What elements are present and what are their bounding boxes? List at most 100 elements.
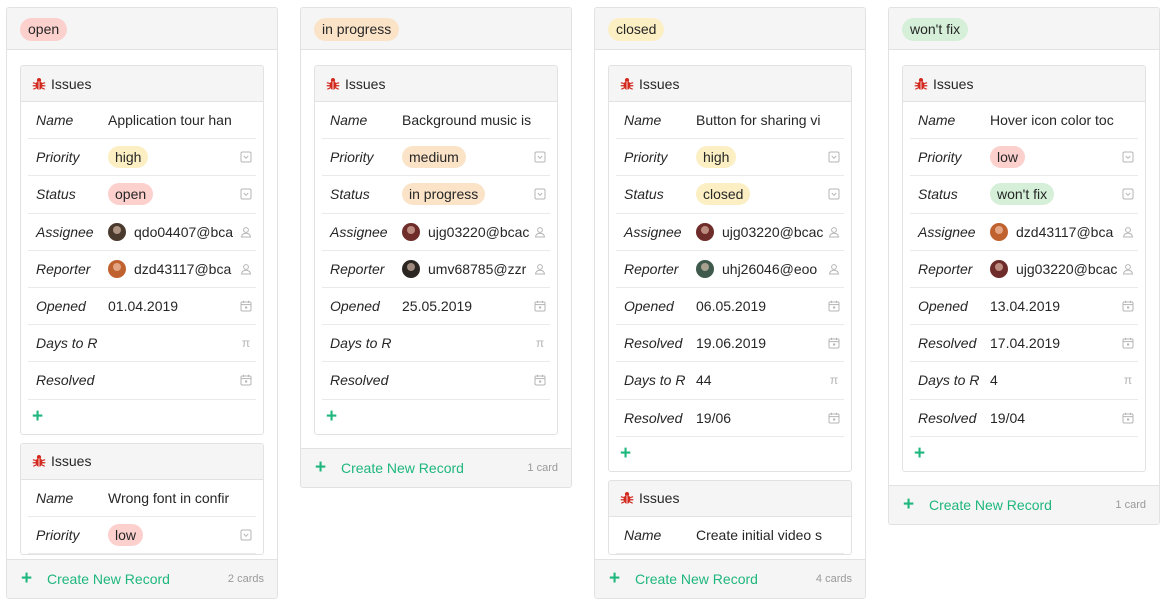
field-value[interactable]: Application tour han bbox=[100, 112, 256, 128]
user-icon[interactable] bbox=[1122, 226, 1134, 238]
priority-badge[interactable]: medium bbox=[402, 146, 466, 169]
dropdown-icon[interactable] bbox=[240, 529, 252, 541]
add-field-button[interactable]: + bbox=[315, 400, 557, 434]
field-reporter[interactable]: Reporter umv68785@zzr bbox=[322, 251, 550, 288]
field-status[interactable]: Status open bbox=[28, 176, 256, 214]
dropdown-icon[interactable] bbox=[828, 151, 840, 163]
add-field-button[interactable]: + bbox=[21, 400, 263, 434]
field-resolved-date[interactable]: Resolved 17.04.2019 bbox=[910, 325, 1138, 363]
priority-badge[interactable]: high bbox=[696, 146, 737, 169]
field-days-to-resolve[interactable]: Days to R 44 π bbox=[616, 362, 844, 400]
user-icon[interactable] bbox=[828, 226, 840, 238]
calendar-icon[interactable] bbox=[1122, 337, 1134, 349]
status-badge[interactable]: closed bbox=[696, 183, 751, 206]
record-card[interactable]: Issues Name Background music is Priority… bbox=[314, 65, 558, 435]
user-icon[interactable] bbox=[1122, 263, 1134, 275]
dropdown-icon[interactable] bbox=[1122, 188, 1134, 200]
field-opened[interactable]: Opened 06.05.2019 bbox=[616, 288, 844, 326]
field-priority[interactable]: Priority high bbox=[28, 139, 256, 177]
field-name[interactable]: Name Background music is bbox=[322, 102, 550, 140]
field-reporter[interactable]: Reporter uhj26046@eoo bbox=[616, 251, 844, 288]
dropdown-icon[interactable] bbox=[240, 188, 252, 200]
field-value[interactable]: Wrong font in confir bbox=[100, 490, 256, 506]
column-body[interactable]: Issues Name Hover icon color toc Priorit… bbox=[889, 51, 1159, 485]
calendar-icon[interactable] bbox=[240, 300, 252, 312]
field-assignee[interactable]: Assignee ujg03220@bcac bbox=[322, 214, 550, 251]
user-icon[interactable] bbox=[534, 226, 546, 238]
record-card[interactable]: Issues Name Button for sharing vi Priori… bbox=[608, 65, 852, 472]
calendar-icon[interactable] bbox=[534, 374, 546, 386]
status-badge[interactable]: won't fix bbox=[990, 183, 1055, 206]
calendar-icon[interactable] bbox=[240, 374, 252, 386]
field-resolved[interactable]: Resolved 19/04 bbox=[910, 400, 1138, 437]
user-icon[interactable] bbox=[240, 263, 252, 275]
field-value[interactable]: Background music is bbox=[394, 112, 550, 128]
field-name[interactable]: Name Button for sharing vi bbox=[616, 102, 844, 140]
field-status[interactable]: Status won't fix bbox=[910, 176, 1138, 214]
calendar-icon[interactable] bbox=[1122, 412, 1134, 424]
field-value[interactable]: Button for sharing vi bbox=[688, 112, 844, 128]
priority-badge[interactable]: low bbox=[108, 523, 144, 546]
priority-badge[interactable]: high bbox=[108, 146, 149, 169]
field-priority[interactable]: Priority low bbox=[28, 517, 256, 554]
calendar-icon[interactable] bbox=[828, 412, 840, 424]
field-name[interactable]: Name Wrong font in confir bbox=[28, 480, 256, 517]
column-body[interactable]: Issues Name Button for sharing vi Priori… bbox=[595, 51, 865, 559]
dropdown-icon[interactable] bbox=[828, 188, 840, 200]
user-icon[interactable] bbox=[240, 226, 252, 238]
dropdown-icon[interactable] bbox=[1122, 151, 1134, 163]
field-assignee[interactable]: Assignee ujg03220@bcac bbox=[616, 214, 844, 251]
field-days-to-resolve[interactable]: Days to R π bbox=[28, 325, 256, 363]
field-priority[interactable]: Priority high bbox=[616, 139, 844, 177]
field-priority[interactable]: Priority medium bbox=[322, 139, 550, 177]
record-card[interactable]: Issues Name Application tour han Priorit… bbox=[20, 65, 264, 435]
record-card[interactable]: Issues Name Create initial video s bbox=[608, 479, 852, 555]
field-value[interactable]: Create initial video s bbox=[688, 527, 844, 543]
field-value[interactable]: 01.04.2019 bbox=[100, 298, 256, 314]
status-badge[interactable]: open bbox=[108, 183, 154, 206]
field-resolved[interactable]: Resolved 19/06 bbox=[616, 400, 844, 437]
field-resolved[interactable]: Resolved bbox=[28, 362, 256, 400]
field-status[interactable]: Status closed bbox=[616, 176, 844, 214]
field-assignee[interactable]: Assignee qdo04407@bca bbox=[28, 214, 256, 251]
create-new-record-button[interactable]: + Create New Record bbox=[315, 458, 464, 477]
calendar-icon[interactable] bbox=[828, 300, 840, 312]
dropdown-icon[interactable] bbox=[534, 188, 546, 200]
field-opened[interactable]: Opened 01.04.2019 bbox=[28, 288, 256, 326]
field-value[interactable]: 17.04.2019 bbox=[982, 335, 1138, 351]
field-value[interactable]: 19/06 bbox=[688, 410, 844, 426]
add-field-button[interactable]: + bbox=[609, 437, 851, 471]
field-resolved[interactable]: Resolved bbox=[322, 362, 550, 400]
create-new-record-button[interactable]: + Create New Record bbox=[903, 495, 1052, 514]
field-reporter[interactable]: Reporter dzd43117@bca bbox=[28, 251, 256, 288]
field-value[interactable]: 19/04 bbox=[982, 410, 1138, 426]
create-new-record-button[interactable]: + Create New Record bbox=[21, 569, 170, 588]
create-new-record-button[interactable]: + Create New Record bbox=[609, 569, 758, 588]
add-field-button[interactable]: + bbox=[903, 437, 1145, 471]
record-card[interactable]: Issues Name Hover icon color toc Priorit… bbox=[902, 65, 1146, 472]
priority-badge[interactable]: low bbox=[990, 146, 1026, 169]
column-body[interactable]: Issues Name Background music is Priority… bbox=[301, 51, 571, 448]
field-status[interactable]: Status in progress bbox=[322, 176, 550, 214]
field-days-to-resolve[interactable]: Days to R π bbox=[322, 325, 550, 363]
dropdown-icon[interactable] bbox=[534, 151, 546, 163]
field-name[interactable]: Name Hover icon color toc bbox=[910, 102, 1138, 140]
calendar-icon[interactable] bbox=[534, 300, 546, 312]
field-value[interactable]: 06.05.2019 bbox=[688, 298, 844, 314]
dropdown-icon[interactable] bbox=[240, 151, 252, 163]
field-reporter[interactable]: Reporter ujg03220@bcac bbox=[910, 251, 1138, 288]
field-value[interactable]: Hover icon color toc bbox=[982, 112, 1138, 128]
field-value[interactable]: 13.04.2019 bbox=[982, 298, 1138, 314]
field-value[interactable]: 19.06.2019 bbox=[688, 335, 844, 351]
calendar-icon[interactable] bbox=[828, 337, 840, 349]
field-value[interactable]: 4 bbox=[982, 372, 1138, 388]
column-body[interactable]: Issues Name Application tour han Priorit… bbox=[7, 51, 277, 559]
field-value[interactable]: 25.05.2019 bbox=[394, 298, 550, 314]
user-icon[interactable] bbox=[534, 263, 546, 275]
field-priority[interactable]: Priority low bbox=[910, 139, 1138, 177]
field-resolved-date[interactable]: Resolved 19.06.2019 bbox=[616, 325, 844, 363]
field-opened[interactable]: Opened 25.05.2019 bbox=[322, 288, 550, 326]
field-opened[interactable]: Opened 13.04.2019 bbox=[910, 288, 1138, 326]
calendar-icon[interactable] bbox=[1122, 300, 1134, 312]
field-value[interactable]: 44 bbox=[688, 372, 844, 388]
